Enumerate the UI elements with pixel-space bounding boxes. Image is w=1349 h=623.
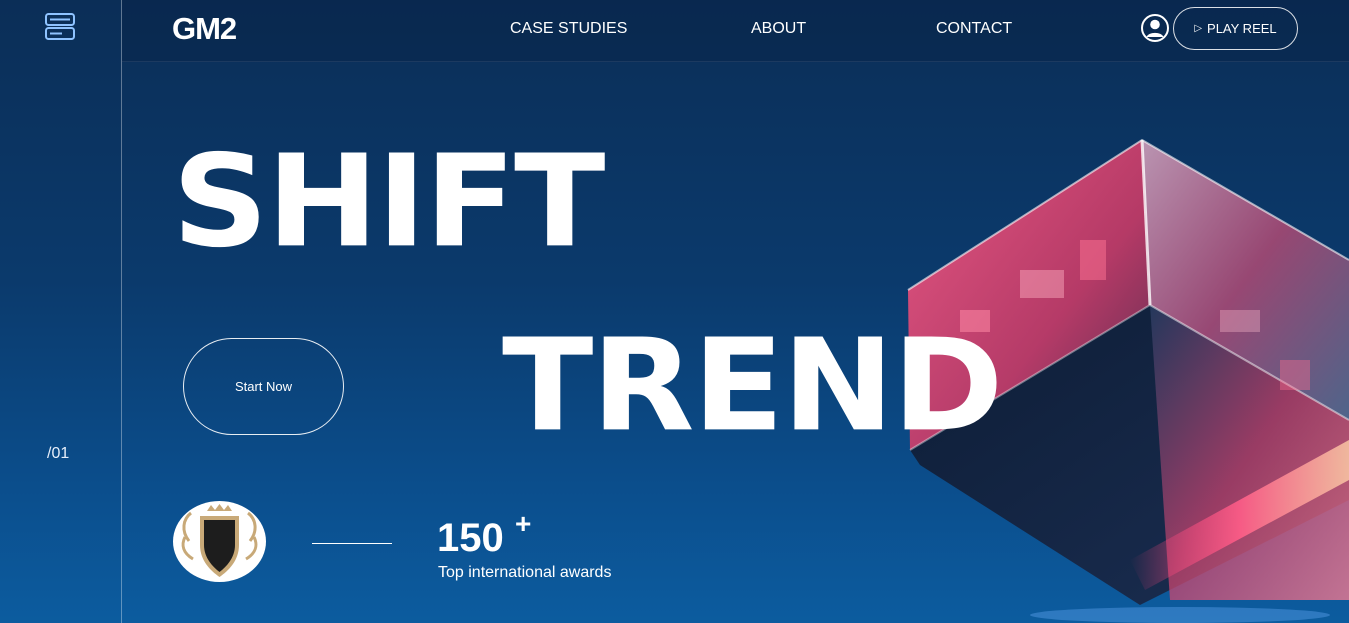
- start-now-button[interactable]: Start Now: [183, 338, 344, 435]
- award-count: 150: [437, 516, 504, 560]
- nav-about[interactable]: ABOUT: [751, 20, 806, 38]
- headline-shift: SHIFT: [172, 127, 605, 276]
- award-badge: [173, 501, 266, 582]
- award-plus: +: [515, 508, 532, 539]
- nav-case-studies[interactable]: CASE STUDIES: [510, 20, 627, 38]
- logo[interactable]: GM2: [172, 11, 237, 47]
- play-reel-button[interactable]: ▷ PLAY REEL: [1173, 7, 1298, 50]
- crest-shield-icon: [181, 504, 258, 577]
- play-reel-label: PLAY REEL: [1207, 21, 1277, 36]
- hero-page: /01 GM2 CASE STUDIES ABOUT CONTACT ▷ PLA…: [0, 0, 1349, 623]
- headline-trend: TREND: [502, 311, 1004, 460]
- user-icon[interactable]: [1140, 13, 1170, 43]
- play-icon: ▷: [1194, 23, 1203, 34]
- slide-index: /01: [47, 445, 70, 462]
- left-rail: /01: [0, 0, 122, 623]
- top-header: GM2 CASE STUDIES ABOUT CONTACT ▷ PLAY RE…: [122, 0, 1349, 62]
- menu-icon[interactable]: [45, 13, 75, 41]
- award-divider: [312, 543, 392, 544]
- nav-contact[interactable]: CONTACT: [936, 20, 1012, 38]
- award-label: Top international awards: [438, 564, 612, 581]
